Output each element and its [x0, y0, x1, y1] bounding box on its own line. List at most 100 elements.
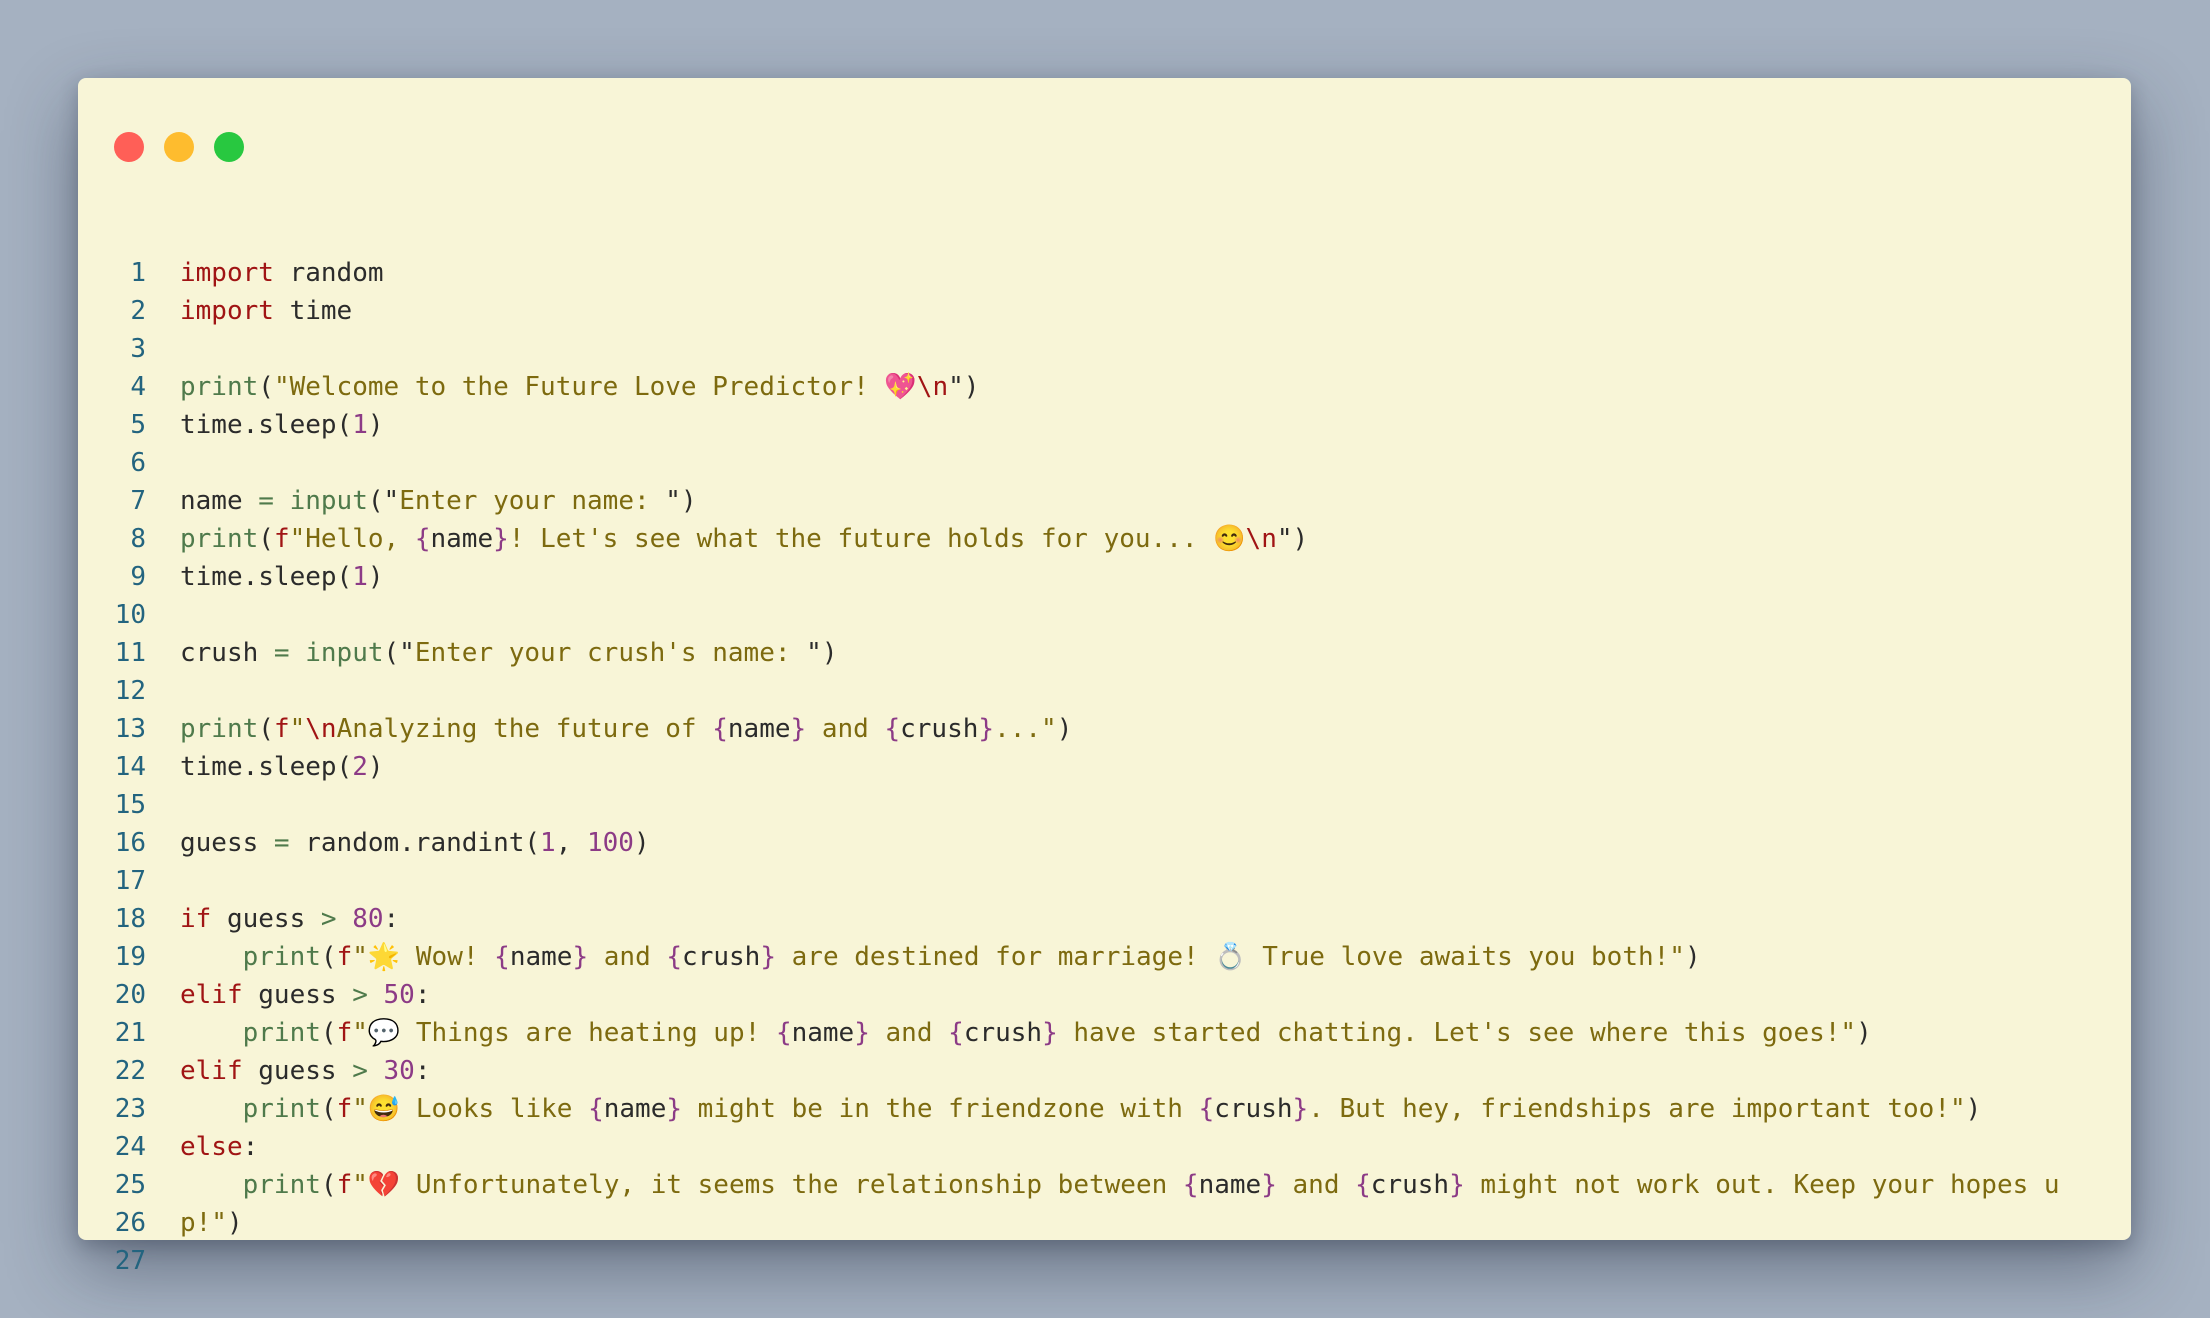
code-token: f — [336, 1170, 353, 1200]
code-token: print — [242, 1170, 321, 1200]
code-token: f — [273, 714, 290, 744]
code-token: and — [1276, 1170, 1356, 1200]
code-token: { — [1198, 1094, 1215, 1124]
code-line: 18 if guess > 80: — [78, 900, 2131, 938]
code-token: random.randint( — [289, 828, 541, 858]
code-token: } — [978, 714, 995, 744]
code-token: ..." — [994, 714, 1057, 744]
code-token: { — [948, 1018, 964, 1048]
code-token: print — [242, 942, 321, 972]
code-token: f — [336, 1018, 353, 1048]
code-token: p!" — [180, 1208, 227, 1238]
line-number: 23 — [114, 1094, 146, 1124]
code-token: ! Let's see what the future holds for yo… — [508, 524, 1214, 554]
code-text: print(f"💬 Things are heating up! {name} … — [180, 1014, 2091, 1052]
code-token: { — [884, 714, 901, 744]
code-token: ( — [320, 1170, 337, 1200]
code-text: print(f"💔 Unfortunately, it seems the re… — [180, 1166, 2091, 1204]
code-token: > — [320, 904, 337, 934]
code-text: name = input("Enter your name: ") — [180, 482, 2091, 520]
code-token: = — [273, 638, 290, 668]
code-token: } — [854, 1018, 870, 1048]
code-text: print(f"Hello, {name}! Let's see what th… — [180, 520, 2091, 558]
code-token: "😅 Looks like — [352, 1094, 589, 1124]
code-token: name — [727, 714, 791, 744]
line-number: 11 — [114, 638, 146, 668]
line-number: 24 — [114, 1132, 146, 1162]
minimize-button[interactable] — [164, 132, 194, 162]
code-token: might not work out. Keep your hopes u — [1464, 1170, 2060, 1200]
code-token: random — [273, 258, 384, 288]
code-line: 15 — [78, 786, 2131, 824]
code-token: " — [289, 714, 306, 744]
code-line: 22 elif guess > 30: — [78, 1052, 2131, 1090]
code-token: { — [414, 524, 431, 554]
code-token: "💔 Unfortunately, it seems the relations… — [352, 1170, 1183, 1200]
code-token: ( — [320, 1018, 337, 1048]
code-text: import random — [180, 254, 2091, 292]
code-line: 26 p!") — [78, 1204, 2131, 1242]
code-token: name — [509, 942, 573, 972]
line-number: 26 — [114, 1208, 146, 1238]
code-token: , — [555, 828, 587, 858]
code-line: 17 — [78, 862, 2131, 900]
code-token: 💖 — [884, 372, 917, 402]
code-token: crush — [963, 1018, 1043, 1048]
code-token: guess — [242, 980, 353, 1010]
line-number: 1 — [130, 258, 146, 288]
code-token: input — [305, 638, 384, 668]
line-number: 4 — [130, 372, 146, 402]
line-number: 16 — [114, 828, 146, 858]
code-token: 2 — [352, 752, 368, 782]
line-number: 25 — [114, 1170, 146, 1200]
code-token: crush — [682, 942, 761, 972]
line-number: 15 — [114, 790, 146, 820]
maximize-button[interactable] — [214, 132, 244, 162]
code-text: guess = random.randint(1, 100) — [180, 824, 2091, 862]
line-number: 12 — [114, 676, 146, 706]
code-text: print(f"\nAnalyzing the future of {name}… — [180, 710, 2091, 748]
code-token: } — [1261, 1170, 1277, 1200]
code-text: if guess > 80: — [180, 900, 2091, 938]
code-token: 1 — [352, 562, 368, 592]
code-token: (" — [367, 486, 400, 516]
code-token: ") — [1276, 524, 1309, 554]
code-editor[interactable]: 1 import random 2 import time 3 4 print("Welco… — [78, 254, 2131, 1280]
code-token: ) — [1965, 1094, 1982, 1124]
code-token: f — [336, 942, 353, 972]
code-token: 80 — [352, 904, 384, 934]
code-text: print("Welcome to the Future Love Predic… — [180, 368, 2091, 406]
code-token: 30 — [383, 1056, 415, 1086]
code-token: time.sleep( — [180, 410, 353, 440]
code-text: print(f"😅 Looks like {name} might be in … — [180, 1090, 2091, 1128]
code-token: time.sleep( — [180, 562, 353, 592]
code-token: > — [352, 1056, 368, 1086]
code-line: 3 — [78, 330, 2131, 368]
code-token: have started chatting. Let's see where t… — [1057, 1018, 1857, 1048]
code-token: } — [760, 942, 776, 972]
code-token: input — [289, 486, 368, 516]
code-token: might be in the friendzone with — [682, 1094, 1199, 1124]
code-token: and — [869, 1018, 949, 1048]
line-number: 17 — [114, 866, 146, 896]
line-number: 20 — [114, 980, 146, 1010]
code-token: guess — [242, 1056, 353, 1086]
code-token: print — [180, 524, 259, 554]
code-token: : — [414, 980, 431, 1010]
code-token: print — [180, 714, 259, 744]
code-token: ) — [1056, 714, 1073, 744]
code-token: \n — [916, 372, 949, 402]
line-number: 9 — [130, 562, 146, 592]
code-token: ( — [258, 714, 274, 744]
close-button[interactable] — [114, 132, 144, 162]
code-token: elif — [180, 1056, 243, 1086]
code-token: : — [414, 1056, 431, 1086]
code-token: ( — [258, 524, 274, 554]
code-token: 50 — [383, 980, 415, 1010]
